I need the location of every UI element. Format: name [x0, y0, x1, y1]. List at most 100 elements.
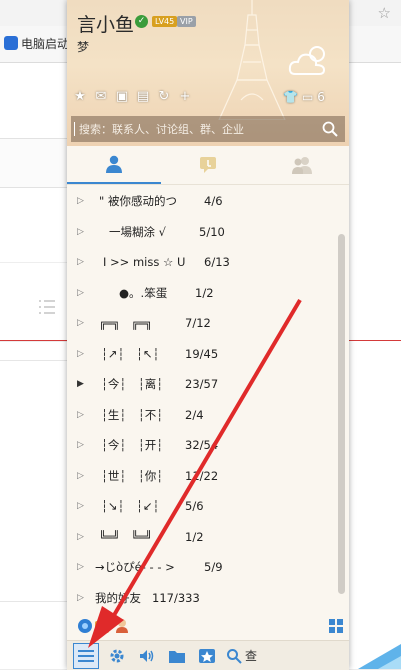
expand-arrow-icon[interactable]: ▷ — [77, 278, 84, 309]
contact-group-row[interactable]: ▶ ┆今┆ ┆离┆ 23/57 — [67, 369, 337, 400]
message-box-icon[interactable]: ▭ — [302, 90, 313, 104]
favorites-button[interactable] — [195, 644, 219, 668]
magnifier-icon — [227, 648, 242, 664]
find-button[interactable] — [225, 644, 243, 668]
expand-arrow-icon[interactable]: ▷ — [77, 430, 84, 461]
scrollbar-thumb[interactable] — [338, 234, 345, 594]
game-app-icon[interactable] — [94, 618, 110, 634]
chat-bubble-icon — [200, 157, 216, 173]
contact-group-list: ▷ " 被你感动的つ 4/6 ▷ 一場糊涂 √ 5/10 ▷ I >> miss ☆ U 6/1… — [67, 186, 337, 644]
contact-group-row[interactable]: ▷ 一場糊涂 √ 5/10 — [67, 217, 337, 248]
contact-group-row[interactable]: ▷ ┆↘┆ ┆↙┆ 5/6 — [67, 491, 337, 522]
expand-arrow-icon[interactable]: ▷ — [77, 217, 84, 248]
qzone-star-icon[interactable]: ★ — [73, 90, 87, 104]
expand-arrow-icon[interactable]: ▷ — [77, 461, 84, 492]
profile-toolbar-right: 👕 ▭ 6 — [283, 90, 325, 104]
paw-icon — [4, 36, 18, 50]
star-icon — [199, 648, 215, 663]
group-name: →じòぴé- - - > — [95, 560, 175, 575]
app-grid-icon[interactable] — [329, 619, 343, 633]
expand-arrow-icon[interactable]: ▷ — [77, 400, 84, 431]
group-name: " 被你感动的つ — [99, 194, 177, 209]
profile-header: 言小鱼 ✓ LV45 VIP 梦 ★ ✉ ▣ ▤ ↻ + 👕 ▭ 6 搜索：联系… — [67, 0, 349, 146]
contact-group-row[interactable]: ▷ ┆今┆ ┆开┆ 32/54 — [67, 430, 337, 461]
group-online-count: 1/2 — [185, 529, 204, 544]
bookmark-label: 电脑启动 — [21, 36, 70, 51]
expand-arrow-icon[interactable]: ▷ — [77, 522, 84, 553]
group-online-count: 5/6 — [185, 499, 204, 514]
group-online-count: 19/45 — [185, 346, 219, 361]
expand-arrow-icon[interactable]: ▷ — [77, 308, 84, 339]
file-manager-button[interactable] — [165, 644, 189, 668]
clothes-icon[interactable]: 👕 — [283, 90, 298, 104]
level-badge[interactable]: LV45 — [152, 16, 178, 27]
contact-group-row[interactable]: ▷ " 被你感动的つ 4/6 — [67, 186, 337, 217]
expand-arrow-icon[interactable]: ▷ — [77, 552, 84, 583]
contact-group-row[interactable]: ▷ →じòぴé- - - > 5/9 — [67, 552, 337, 583]
group-online-count: 4/6 — [204, 194, 223, 209]
refresh-icon[interactable]: ↻ — [157, 90, 171, 104]
contact-group-row[interactable]: ▷ ╔═╗ ╔═╗ 7/12 — [67, 308, 337, 339]
avatar-app-icon[interactable] — [113, 616, 131, 634]
bottom-toolbar: 查 — [67, 640, 349, 670]
contact-group-row[interactable]: ▷ I >> miss ☆ U 6/13 — [67, 247, 337, 278]
group-name: ┆↘┆ ┆↙┆ — [101, 499, 160, 514]
search-icon[interactable] — [321, 120, 339, 138]
online-status-icon[interactable]: ✓ — [135, 15, 148, 28]
contact-group-row[interactable]: ▷ ╚═╝ ╚═╝ 1/2 — [67, 522, 337, 553]
contact-search-bar[interactable]: 搜索：联系人、讨论组、群、企业 — [71, 116, 345, 142]
contact-group-row[interactable]: ▷ ┆生┆ ┆不┆ 2/4 — [67, 400, 337, 431]
list-format-icon — [39, 300, 55, 314]
add-icon[interactable]: + — [178, 90, 192, 104]
vip-badge[interactable]: VIP — [177, 16, 196, 27]
tab-contacts[interactable] — [67, 146, 161, 184]
mail-icon[interactable]: ✉ — [94, 90, 108, 104]
weather-cloud-icon[interactable] — [287, 40, 333, 80]
app-shortcuts-row — [67, 608, 349, 638]
group-online-count: 6/13 — [204, 255, 230, 270]
search-input[interactable]: 搜索：联系人、讨论组、群、企业 — [79, 121, 321, 137]
group-online-count: 5/10 — [199, 224, 225, 239]
content-panel-lower — [0, 360, 70, 602]
signature[interactable]: 梦 — [77, 38, 89, 55]
content-box — [0, 138, 70, 188]
expand-arrow-icon[interactable]: ▷ — [77, 491, 84, 522]
expand-arrow-icon[interactable]: ▷ — [77, 186, 84, 217]
group-online-count: 2/4 — [185, 407, 204, 422]
photo-icon[interactable]: ▣ — [115, 90, 129, 104]
qq-main-panel: 言小鱼 ✓ LV45 VIP 梦 ★ ✉ ▣ ▤ ↻ + 👕 ▭ 6 搜索：联系… — [67, 0, 349, 670]
main-menu-button[interactable] — [73, 642, 99, 669]
group-name: ┆↗┆ ┆↖┆ — [101, 346, 160, 361]
group-name: 一場糊涂 √ — [109, 224, 166, 239]
message-count: 6 — [317, 90, 325, 104]
contact-tabs — [67, 146, 349, 185]
wallet-icon[interactable]: ▤ — [136, 90, 150, 104]
group-online-count: 1/2 — [195, 285, 214, 300]
group-name: ╚═╝ ╚═╝ — [99, 529, 153, 544]
speaker-icon — [140, 649, 154, 662]
group-name: I >> miss ☆ U — [103, 255, 186, 270]
contact-group-row[interactable]: ▷ ┆↗┆ ┆↖┆ 19/45 — [67, 339, 337, 370]
expand-arrow-icon[interactable]: ▷ — [77, 247, 84, 278]
find-label[interactable]: 查 — [245, 647, 257, 664]
contact-group-row[interactable]: ▷ ┆世┆ ┆你┆ 11/22 — [67, 461, 337, 492]
expand-arrow-icon[interactable]: ▷ — [77, 339, 84, 370]
person-icon — [106, 155, 122, 173]
profile-toolbar: ★ ✉ ▣ ▤ ↻ + — [73, 90, 192, 104]
group-name: ●。.笨蛋 — [119, 285, 168, 300]
tab-recent[interactable] — [255, 146, 349, 184]
qq-browser-icon[interactable] — [77, 618, 93, 634]
group-name: ╔═╗ ╔═╗ — [99, 316, 153, 331]
tab-groups[interactable] — [161, 146, 255, 184]
expand-arrow-icon[interactable]: ▶ — [77, 369, 84, 400]
gear-icon — [110, 649, 124, 662]
settings-button[interactable] — [105, 644, 129, 668]
group-online-count: 117/333 — [152, 590, 200, 605]
bookmark-item[interactable]: 电脑启动 — [4, 33, 69, 53]
bookmark-star-icon[interactable]: ☆ — [378, 4, 391, 22]
group-name: ┆今┆ ┆离┆ — [101, 377, 164, 392]
group-online-count: 11/22 — [185, 468, 219, 483]
nickname[interactable]: 言小鱼 — [77, 10, 134, 37]
sound-button[interactable] — [135, 644, 159, 668]
contact-group-row[interactable]: ▷ ●。.笨蛋 1/2 — [67, 278, 337, 309]
